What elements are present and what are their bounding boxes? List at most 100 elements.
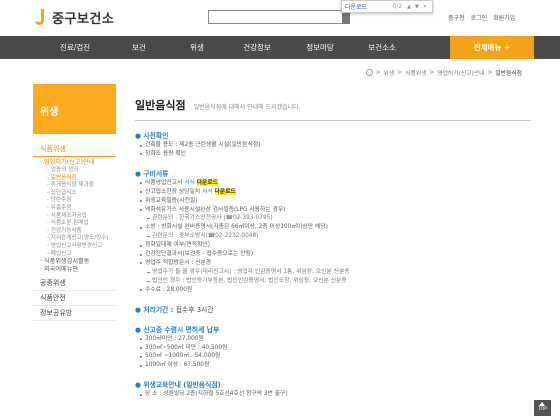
breadcrumb-item[interactable]: 식품위생 — [405, 68, 426, 77]
list-item: 신고업소현장 상당일치 서식 다운로드 — [135, 188, 531, 197]
list-item-text: 식품영업신고서 — [145, 179, 185, 186]
list-item-text: 신고업소현장 상당일치 — [145, 188, 203, 195]
home-icon[interactable] — [365, 69, 373, 76]
list-item: 건축물 용도 : 제2종 근린생활 시설(일반음식점) — [135, 141, 531, 150]
section-heading-text: 처리기간 : — [143, 305, 176, 314]
form-link[interactable]: 서식 — [184, 180, 195, 186]
list-item-text: 정화일대제 여부(면적확인) — [145, 242, 211, 249]
download-link[interactable]: 다운로드 — [214, 188, 236, 195]
util-link-join[interactable]: 회원가입 — [493, 13, 515, 22]
list-item: 500㎡ ~1000㎡ : 54,000원 — [135, 352, 531, 361]
section-heading: ● 신고증 수령시 면허세 납부 — [135, 326, 531, 335]
list-item-text: 수수료 : 28,000원 — [145, 286, 193, 293]
sidebar-category[interactable]: 정보공유방 — [33, 306, 116, 322]
section-heading: ● 처리기간 : 접수후 3시간 — [135, 306, 531, 315]
list-item: 식품영업신고서 서식 다운로드 — [135, 179, 531, 188]
find-count: 0/2 — [392, 3, 403, 10]
list-item: 위생교육필증(사전필) — [135, 197, 531, 206]
list-item-text: 법인인 경우 : 법인등기부등본, 법인인감증명서, 법인도장, 위임장, 오신… — [152, 277, 347, 284]
sidebar-subitem[interactable]: · 식품위생감시활동 — [40, 258, 116, 266]
breadcrumb-item[interactable]: 영업허가(신고)안내 — [437, 68, 484, 77]
sidebar-category[interactable]: 식품위생 — [33, 142, 116, 157]
section-heading-text: 구비서류 — [143, 169, 169, 178]
section-heading: ● 구비서류 — [135, 170, 531, 179]
list-item-text: 300㎡~500㎡ 미만 : 40,500원 — [145, 344, 228, 351]
content-section: ● 위생교육안내 (일반음식점) 장 소 : 성원빌딩 2층(지하철 5호선4호선… — [135, 381, 531, 399]
list-item: 영업주가 둘 을 경우(대리신고시) : 영업자 인감증명서 1통, 위임장, … — [135, 268, 531, 277]
find-prev-icon[interactable]: ▲ — [407, 4, 411, 10]
sidebar-subsubitem[interactable]: - 단란주점 — [40, 197, 116, 205]
list-item-text: 관련문의 : 중부소방서(☎02-2232-0048) — [152, 233, 259, 240]
util-link-login[interactable]: 로그인 — [471, 13, 488, 22]
util-link-jungu[interactable]: 중구청 — [448, 13, 465, 22]
main-content: 일반음식점 일반음식점에 대해서 안내해 드리겠습니다. ● 사전확인 건축물 용… — [135, 84, 531, 399]
breadcrumb-sep: > — [487, 69, 493, 76]
sidebar-category[interactable]: 식품안전 — [33, 291, 116, 307]
list-item: 관련문의 : 중부소방서(☎02-2232-0048) — [135, 232, 531, 241]
nav-item-health-info[interactable]: 건강정보 — [226, 36, 288, 59]
list-item-text: 장 소 : 성원빌딩 2층(지하철 5호선4호선 청구역 3번 출구) — [145, 391, 288, 398]
list-item-text: 1000㎡ 이상 : 67,500원 — [145, 362, 210, 369]
content-section: ● 신고증 수령시 면허세 납부 300㎡미만 : 27,000원 300㎡~500… — [135, 326, 531, 371]
sidebar-category[interactable]: 공중위생 — [33, 276, 116, 292]
list-item: 소방 · 방화시설 완비증명서(지층은 66㎡이상, 2층 이상100㎡이상만 … — [135, 223, 531, 232]
list-item: 법인인 경우 : 법인등기부등본, 법인인감증명서, 법인도장, 위임장, 오신… — [135, 277, 531, 286]
page-header: 일반음식점 일반음식점에 대해서 안내해 드리겠습니다. — [135, 84, 531, 120]
nav-item-info-board[interactable]: 정보마당 — [288, 36, 352, 59]
list-item: 정화조 용량 확인 — [135, 150, 531, 159]
find-input[interactable]: 다운로드 — [345, 2, 392, 11]
find-close-icon[interactable]: ✕ — [423, 4, 427, 10]
list-item: 영업주 적합방문서 : 신분증 — [135, 259, 531, 268]
list-item: 300㎡~500㎡ 미만 : 40,500원 — [135, 344, 531, 353]
find-bar: 다운로드 0/2 ▲ ▼ ✕ — [341, 0, 433, 13]
list-item: 1000㎡ 이상 : 67,500원 — [135, 361, 531, 370]
logo-text: 중구보건소 — [52, 12, 115, 27]
content-section: ● 처리기간 : 접수후 3시간 — [135, 306, 531, 315]
sidebar-subsubitem[interactable]: - 업종의 정의 — [40, 167, 116, 175]
logo-icon — [32, 8, 48, 27]
find-next-icon[interactable]: ▼ — [415, 4, 419, 10]
sidebar-submenu: · 영업허가(신고)안내 - 업종의 정의 - 일반음식점 - 휴게음식점 제과점 - … — [33, 157, 116, 276]
section-heading-text: 신고증 수령시 면허세 납부 — [143, 325, 220, 334]
content-section: ● 구비서류 식품영업신고서 서식 다운로드 신고업소현장 상당일치 서식 다운로드… — [135, 170, 531, 295]
sidebar: 위생 식품위생 · 영업허가(신고)안내 - 업종의 정의 - 일반음식점 - 휴게음식… — [33, 84, 116, 419]
site-logo[interactable]: 중구보건소 — [32, 8, 114, 27]
breadcrumb-sep: > — [397, 69, 403, 76]
scroll-top-button[interactable]: TOP — [534, 400, 551, 416]
breadcrumb-item[interactable]: 위생 — [384, 68, 395, 77]
list-item-text: 관련문의 : 한국가스안전공사 (☎02-393-0795) — [152, 215, 273, 222]
sidebar-subsubitem[interactable]: - 식품소분.판매업 — [40, 220, 116, 228]
sidebar-subitem[interactable]: · 영업허가(신고)안내 — [40, 159, 116, 167]
sidebar-subsubitem[interactable]: - 폐업신고 — [40, 251, 116, 259]
search-input[interactable] — [208, 10, 343, 24]
sidebar-subsubitem[interactable]: - 지위승계신고(양도/양수) — [40, 235, 116, 243]
title-divider — [135, 120, 531, 121]
section-heading: ● 위생교육안내 (일반음식점) — [135, 381, 531, 390]
page-title: 일반음식점 — [135, 99, 186, 112]
list-item-text: 액화석유가스 사용시설완성 검사필증(LPG 사용하는 경우) — [145, 206, 286, 213]
all-menu-button[interactable]: 전체메뉴 + — [450, 36, 534, 59]
list-item: 장 소 : 성원빌딩 2층(지하철 5호선4호선 청구역 3번 출구) — [135, 390, 531, 399]
list-item-text: 소방 · 방화시설 완비증명서(지층은 66㎡이상, 2층 이상100㎡이상만 … — [145, 224, 328, 231]
utility-links: 중구청 로그인 회원가입 — [448, 13, 515, 22]
download-link[interactable]: 다운로드 — [196, 179, 219, 186]
nav-item-health[interactable]: 보건 — [110, 36, 168, 59]
nav-item-about[interactable]: 보건소소 — [352, 36, 412, 59]
section-value: 접수후 3시간 — [175, 305, 214, 314]
list-item-text: 영업주가 둘 을 경우(대리신고시) : 영업자 인감증명서 1통, 위임장, … — [152, 268, 350, 275]
sidebar-menu: 식품위생 · 영업허가(신고)안내 - 업종의 정의 - 일반음식점 - 휴게음식점 제… — [33, 134, 116, 322]
list-item-text: 영업주 적합방문서 : 신분증 — [145, 259, 212, 266]
sidebar-subsubitem[interactable]: - 영업신고사항변경신고 — [40, 243, 116, 251]
list-item-text: 300㎡미만 : 27,000원 — [145, 335, 204, 342]
list-item: 정화일대제 여부(면적확인) — [135, 241, 531, 250]
form-link[interactable]: 서식 — [202, 189, 213, 195]
sidebar-subsubitem[interactable]: - 유흥주점 — [40, 205, 116, 213]
breadcrumb-current: 일반음식점 — [495, 71, 522, 77]
nav-item-hygiene[interactable]: 위생 — [168, 36, 226, 59]
page-subtitle: 일반음식점에 대해서 안내해 드리겠습니다. — [193, 104, 301, 111]
list-item-text: 건축물 용도 : 제2종 근린생활 시설(일반음식점) — [145, 142, 261, 148]
sidebar-subitem[interactable]: · 외국어메뉴판 — [40, 266, 116, 274]
list-item-text: 건강진단결과서(보건증 - 접수증으로는 안됨) — [145, 251, 254, 258]
sidebar-subsubitem[interactable]: - 휴게음식점 제과점 — [40, 182, 116, 190]
nav-item-clinic[interactable]: 진료/검진 — [40, 36, 110, 59]
